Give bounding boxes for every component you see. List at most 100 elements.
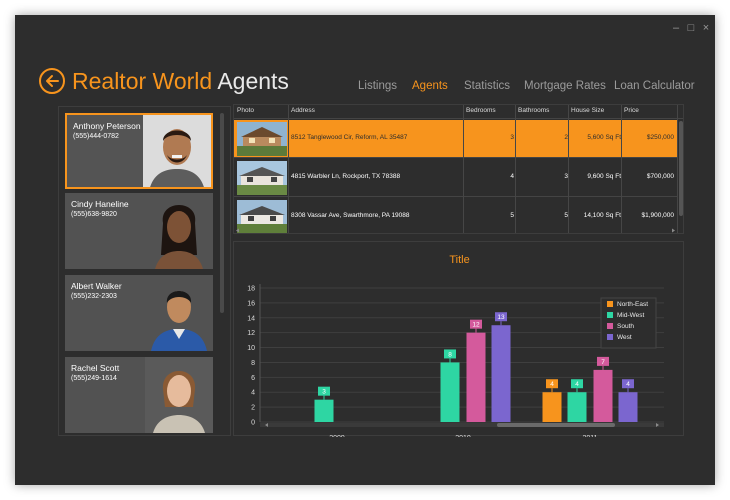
price-cell: $1,900,000 bbox=[641, 212, 674, 219]
x-tick-label: 2010 bbox=[455, 435, 471, 437]
bathrooms-cell: 2 bbox=[564, 134, 568, 141]
app-window: – □ × Realtor World Agents Listings Agen… bbox=[15, 15, 715, 485]
legend-label: North-East bbox=[617, 301, 648, 308]
agents-scrollbar[interactable] bbox=[220, 113, 224, 313]
house-size-cell: 9,600 Sq Ft bbox=[587, 173, 621, 180]
price-cell: $250,000 bbox=[646, 134, 674, 141]
y-tick-label: 4 bbox=[251, 390, 255, 397]
column-divider bbox=[515, 105, 516, 233]
y-tick-label: 2 bbox=[251, 405, 255, 412]
column-divider bbox=[568, 105, 569, 233]
agent-card[interactable]: Anthony Peterson (555)444-0782 bbox=[65, 113, 213, 189]
column-divider bbox=[288, 105, 289, 233]
column-header[interactable]: Photo bbox=[237, 107, 254, 114]
price-cell: $700,000 bbox=[646, 173, 674, 180]
y-tick-label: 14 bbox=[247, 315, 255, 322]
app-title-brand: Realtor World bbox=[72, 68, 218, 94]
data-label: 13 bbox=[497, 314, 505, 321]
x-tick-label: 2011 bbox=[582, 435, 597, 437]
tab-listings[interactable]: Listings bbox=[358, 80, 397, 92]
bathrooms-cell: 5 bbox=[564, 212, 568, 219]
agent-photo bbox=[145, 193, 213, 269]
column-header[interactable]: Address bbox=[291, 107, 315, 114]
bar bbox=[567, 392, 587, 422]
y-tick-label: 8 bbox=[251, 360, 255, 367]
column-divider bbox=[677, 105, 678, 233]
legend-label: Mid-West bbox=[617, 312, 645, 319]
agent-photo bbox=[145, 357, 213, 433]
agent-phone: (555)444-0782 bbox=[73, 133, 119, 140]
minimize-button[interactable]: – bbox=[669, 22, 683, 34]
chart-scrollbar-thumb bbox=[497, 423, 615, 427]
data-label: 12 bbox=[472, 322, 480, 329]
maximize-button[interactable]: □ bbox=[684, 22, 698, 34]
tab-agents[interactable]: Agents bbox=[412, 80, 448, 92]
sales-chart: Title 0246810121416182009201020114384127… bbox=[233, 241, 684, 437]
y-tick-label: 18 bbox=[247, 286, 255, 293]
bedrooms-cell: 4 bbox=[510, 173, 514, 180]
bar bbox=[314, 399, 334, 422]
y-tick-label: 12 bbox=[247, 330, 255, 337]
y-tick-label: 0 bbox=[251, 420, 255, 427]
bar bbox=[491, 325, 511, 422]
bathrooms-cell: 3 bbox=[564, 173, 568, 180]
column-header[interactable]: Bathrooms bbox=[518, 107, 549, 114]
column-header[interactable]: House Size bbox=[571, 107, 604, 114]
column-divider bbox=[621, 105, 622, 233]
y-tick-label: 6 bbox=[251, 375, 255, 382]
arrow-left-icon bbox=[46, 75, 59, 87]
app-title: Realtor World Agents bbox=[72, 67, 289, 95]
column-header[interactable]: Bedrooms bbox=[466, 107, 496, 114]
y-tick-label: 16 bbox=[247, 300, 255, 307]
address-cell: 4815 Warbler Ln, Rockport, TX 78388 bbox=[291, 173, 401, 180]
house-size-cell: 5,600 Sq Ft bbox=[587, 134, 621, 141]
address-cell: 8512 Tanglewood Cir, Reform, AL 35487 bbox=[291, 134, 408, 141]
tab-statistics[interactable]: Statistics bbox=[464, 80, 510, 92]
data-label: 4 bbox=[575, 381, 579, 388]
legend-swatch bbox=[607, 323, 613, 329]
legend-label: West bbox=[617, 334, 632, 341]
legend-label: South bbox=[617, 323, 634, 330]
agent-name: Albert Walker bbox=[71, 281, 122, 291]
bedrooms-cell: 3 bbox=[510, 134, 514, 141]
address-cell: 8308 Vassar Ave, Swarthmore, PA 19088 bbox=[291, 212, 410, 219]
tab-loan-calculator[interactable]: Loan Calculator bbox=[614, 80, 695, 92]
bar bbox=[618, 392, 638, 422]
back-button[interactable] bbox=[39, 68, 65, 94]
bedrooms-cell: 5 bbox=[510, 212, 514, 219]
agent-phone: (555)232-2303 bbox=[71, 293, 117, 300]
bar bbox=[593, 369, 613, 422]
house-photo bbox=[237, 122, 287, 156]
agents-list: Anthony Peterson (555)444-0782 Cindy Han… bbox=[58, 106, 231, 436]
data-label: 4 bbox=[550, 381, 554, 388]
listings-grid: Photo Address Bedrooms Bathrooms House S… bbox=[233, 104, 684, 234]
legend-swatch bbox=[607, 334, 613, 340]
bar bbox=[542, 392, 562, 422]
agent-card[interactable]: Cindy Haneline (555)638-9820 bbox=[65, 193, 213, 269]
y-tick-label: 10 bbox=[247, 345, 255, 352]
column-header[interactable]: Price bbox=[624, 107, 639, 114]
grid-horizontal-scrollbar[interactable] bbox=[234, 228, 677, 233]
tab-mortgage-rates[interactable]: Mortgage Rates bbox=[524, 80, 606, 92]
table-row[interactable]: 4815 Warbler Ln, Rockport, TX 78388 4 3 … bbox=[234, 159, 677, 197]
legend-swatch bbox=[607, 301, 613, 307]
x-tick-label: 2009 bbox=[329, 435, 345, 437]
close-button[interactable]: × bbox=[699, 22, 713, 34]
bar bbox=[466, 332, 486, 422]
agent-phone: (555)638-9820 bbox=[71, 211, 117, 218]
legend-swatch bbox=[607, 312, 613, 318]
table-row[interactable]: 8512 Tanglewood Cir, Reform, AL 35487 3 … bbox=[234, 120, 677, 158]
house-photo bbox=[237, 161, 287, 195]
agent-card[interactable]: Albert Walker (555)232-2303 bbox=[65, 275, 213, 351]
agent-photo bbox=[145, 275, 213, 351]
house-size-cell: 14,100 Sq Ft bbox=[583, 212, 621, 219]
agent-name: Cindy Haneline bbox=[71, 199, 129, 209]
agent-name: Rachel Scott bbox=[71, 363, 120, 373]
column-divider bbox=[463, 105, 464, 233]
agent-card[interactable]: Rachel Scott (555)249-1614 bbox=[65, 357, 213, 433]
data-label: 7 bbox=[601, 359, 605, 366]
agent-name: Anthony Peterson bbox=[73, 121, 141, 131]
app-title-section: Agents bbox=[217, 68, 289, 94]
data-label: 4 bbox=[626, 381, 630, 388]
grid-vertical-scrollbar[interactable] bbox=[679, 121, 683, 216]
